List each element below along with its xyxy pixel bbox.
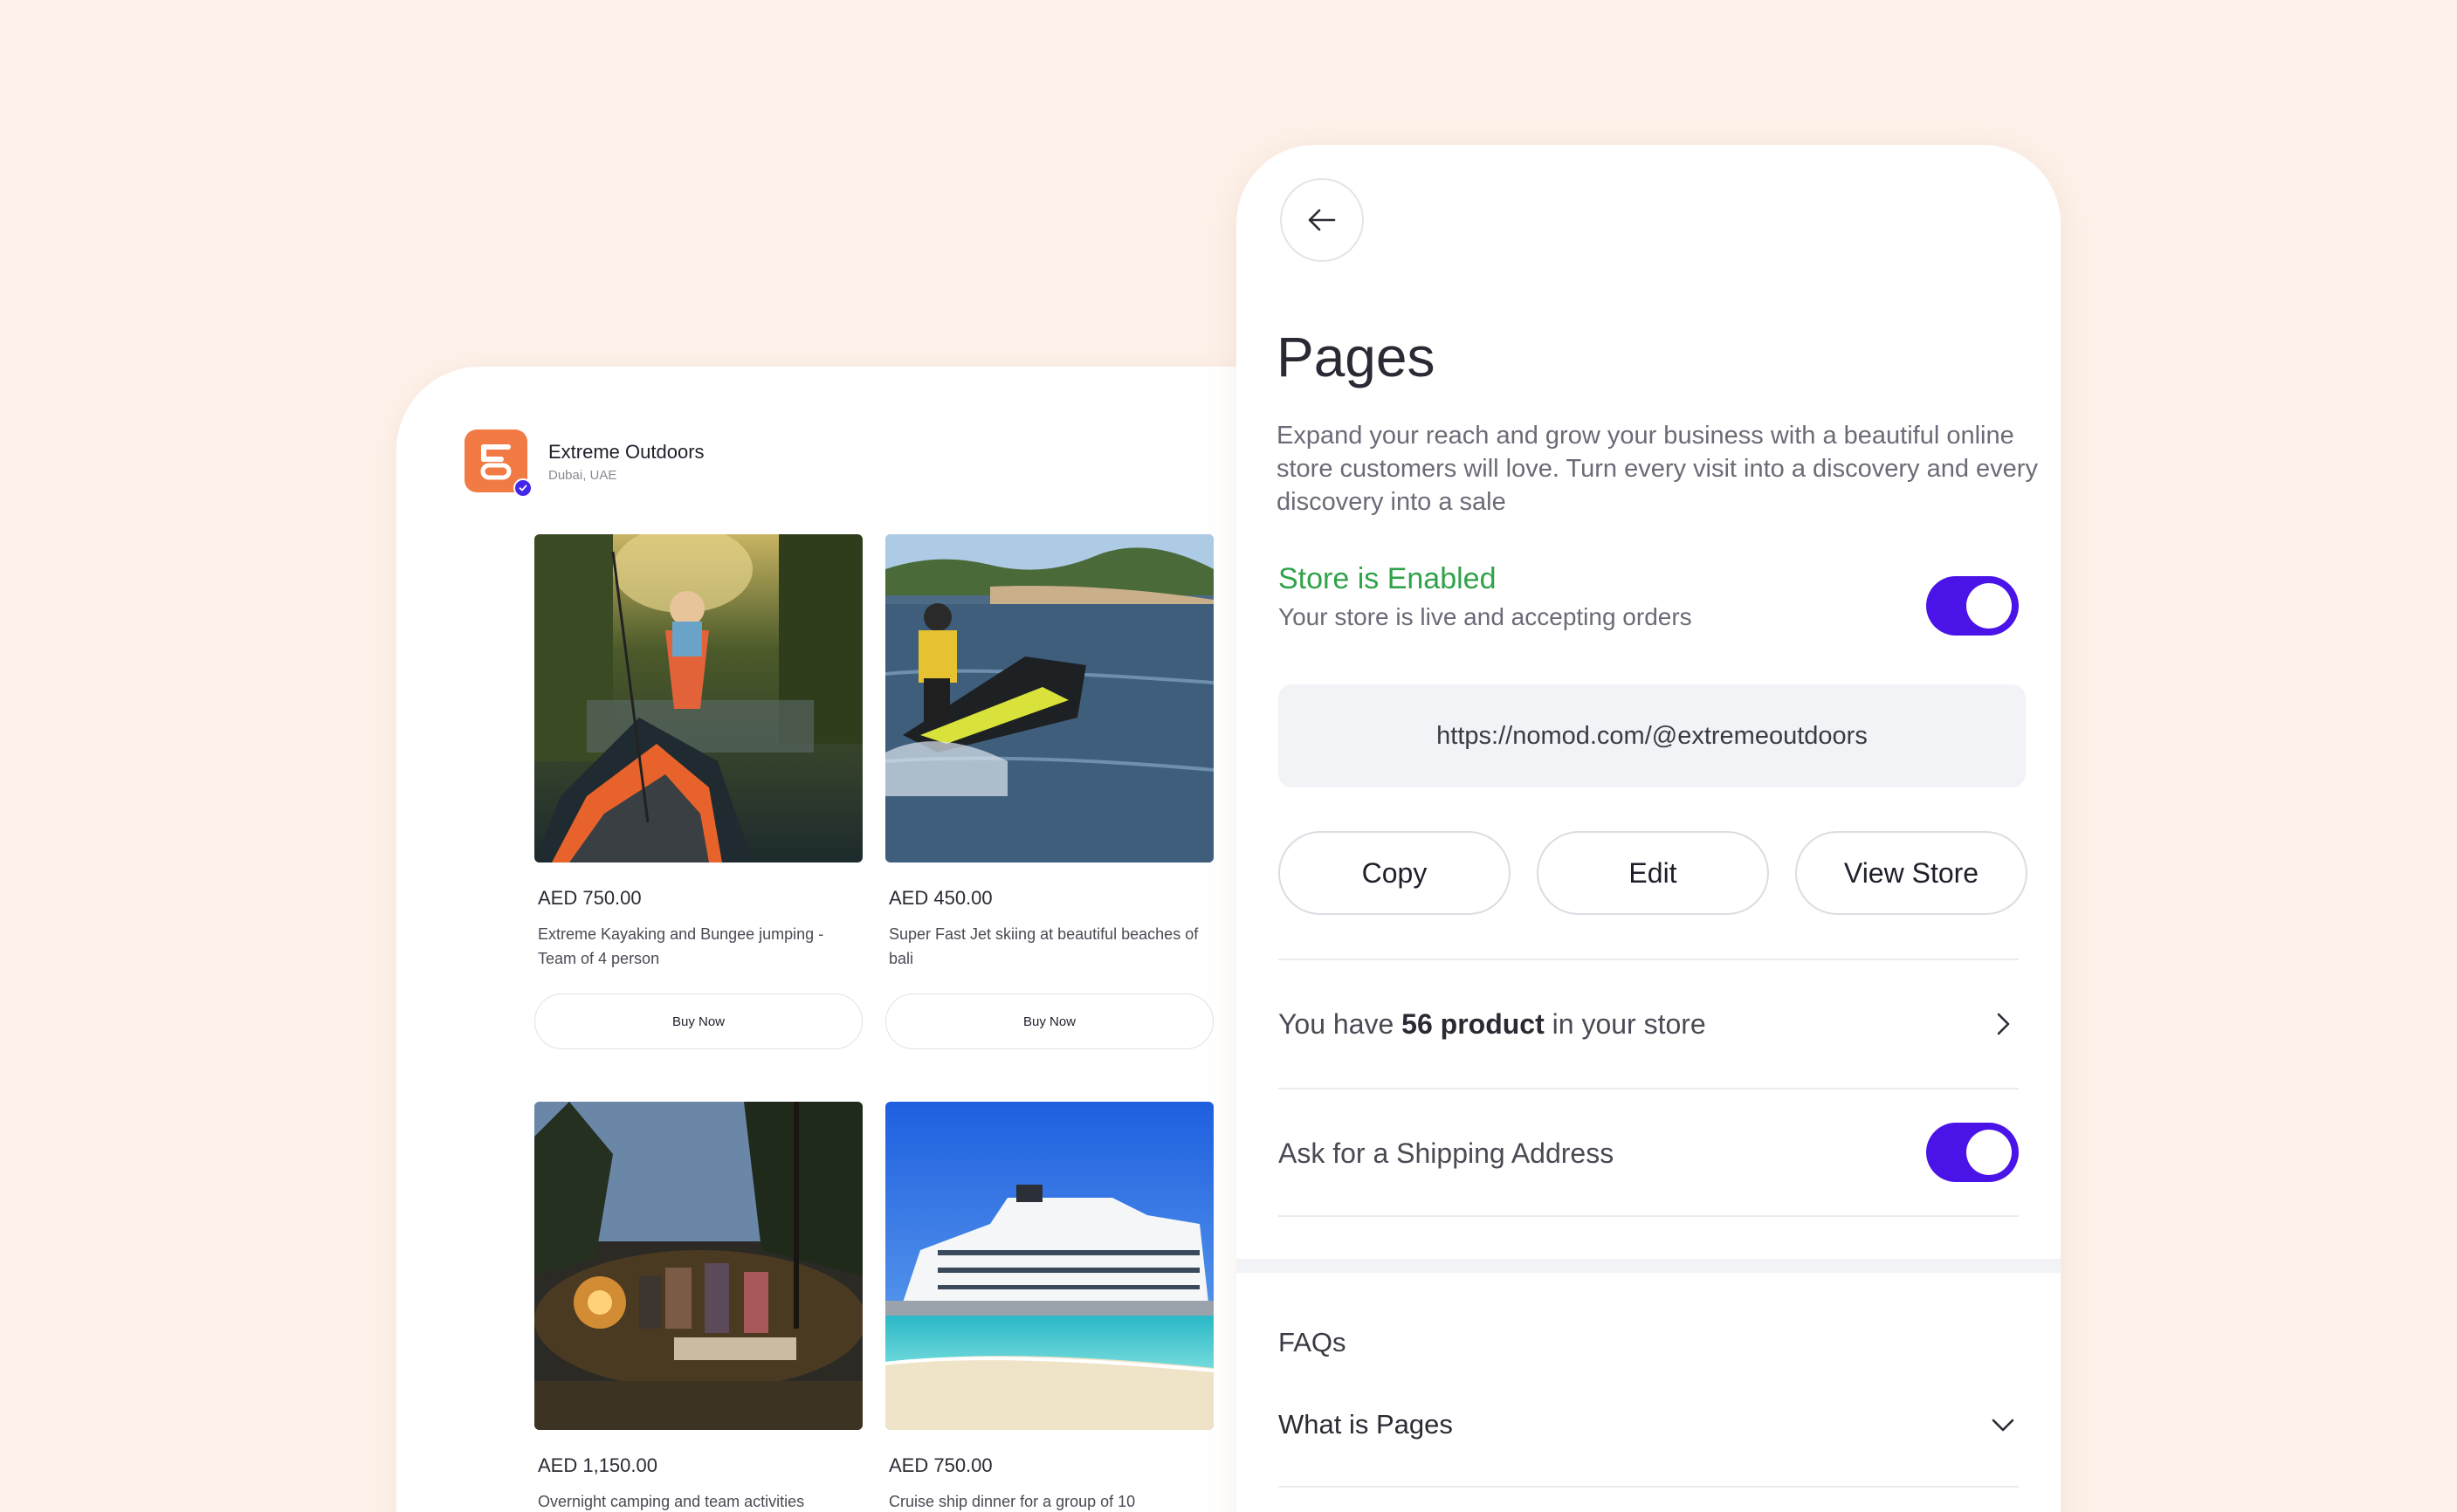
chevron-right-icon: [1997, 1013, 2010, 1035]
product-price: AED 750.00: [889, 1454, 993, 1476]
divider: [1278, 1215, 2019, 1217]
page-description: Expand your reach and grow your business…: [1277, 422, 2038, 516]
jetski-photo[interactable]: [885, 534, 1214, 863]
store-status-subtitle: Your store is live and accepting orders: [1278, 603, 1692, 630]
verified-icon: [513, 478, 533, 498]
page-title: Pages: [1277, 326, 1435, 388]
store-status: Store is Enabled Your store is live and …: [1278, 562, 1692, 631]
cruise-ship-photo[interactable]: [885, 1102, 1214, 1430]
store-header: Extreme Outdoors Dubai, UAE: [465, 430, 705, 498]
store-name: Extreme Outdoors: [548, 440, 705, 463]
faqs-heading: FAQs: [1278, 1327, 1346, 1357]
store-preview-card: Extreme Outdoors Dubai, UAE AED 750.00 E…: [396, 367, 1374, 1512]
store-location: Dubai, UAE: [548, 467, 617, 483]
kayak-photo[interactable]: [534, 534, 863, 863]
product-description: Extreme Kayaking and Bungee jumping - Te…: [538, 925, 824, 967]
store-logo-icon: [480, 444, 512, 480]
store-status-title: Store is Enabled: [1278, 562, 1497, 595]
copy-button[interactable]: Copy: [1278, 831, 1511, 915]
section-separator: [1236, 1259, 2061, 1273]
arrow-left-icon: [1308, 209, 1336, 231]
edit-button[interactable]: Edit: [1537, 831, 1769, 915]
campfire-photo[interactable]: [534, 1102, 863, 1430]
store-url-field[interactable]: https://nomod.com/@extremeoutdoors: [1278, 684, 2026, 787]
product-price: AED 1,150.00: [538, 1454, 657, 1476]
chevron-down-icon: [1992, 1419, 2014, 1432]
faq-item[interactable]: What is Pages: [1278, 1383, 2019, 1467]
store-enabled-toggle[interactable]: [1926, 576, 2019, 636]
view-store-button[interactable]: View Store: [1795, 831, 2027, 915]
product-description: Super Fast Jet skiing at beautiful beach…: [889, 925, 1199, 967]
product-grid: AED 750.00 Extreme Kayaking and Bungee j…: [534, 534, 1214, 1512]
divider: [1278, 959, 2019, 960]
store-logo: [465, 430, 533, 498]
divider: [1278, 1486, 2019, 1488]
shipping-address-toggle[interactable]: [1926, 1123, 2019, 1182]
shipping-label: Ask for a Shipping Address: [1278, 1137, 1614, 1169]
faq-question: What is Pages: [1278, 1409, 1453, 1440]
buy-now-button[interactable]: Buy Now: [885, 993, 1214, 1049]
product-price: AED 750.00: [538, 887, 642, 909]
url-actions: Copy Edit View Store: [1278, 831, 2027, 915]
back-button[interactable]: [1280, 178, 1364, 262]
pages-settings-panel: Pages Expand your reach and grow your bu…: [1236, 145, 2061, 1512]
products-count-text: You have 56 product in your store: [1278, 1007, 1706, 1040]
product-description: Cruise ship dinner for a group of 10: [889, 1493, 1136, 1510]
divider: [1278, 1088, 2019, 1089]
products-count-row[interactable]: You have 56 product in your store: [1278, 985, 2019, 1063]
product-description: Overnight camping and team activities: [538, 1493, 805, 1510]
product-card[interactable]: AED 750.00 Cruise ship dinner for a grou…: [885, 1102, 1214, 1512]
product-card[interactable]: AED 450.00 Super Fast Jet skiing at beau…: [885, 534, 1214, 1049]
buy-now-button[interactable]: Buy Now: [534, 993, 863, 1049]
products-count: 56 product: [1401, 1007, 1545, 1040]
product-card[interactable]: AED 750.00 Extreme Kayaking and Bungee j…: [534, 534, 863, 1049]
product-price: AED 450.00: [889, 887, 993, 909]
shipping-row: Ask for a Shipping Address: [1278, 1114, 1889, 1192]
toggle-knob: [1966, 1130, 2012, 1175]
toggle-knob: [1966, 583, 2012, 629]
product-card[interactable]: AED 1,150.00 Overnight camping and team …: [534, 1102, 863, 1512]
